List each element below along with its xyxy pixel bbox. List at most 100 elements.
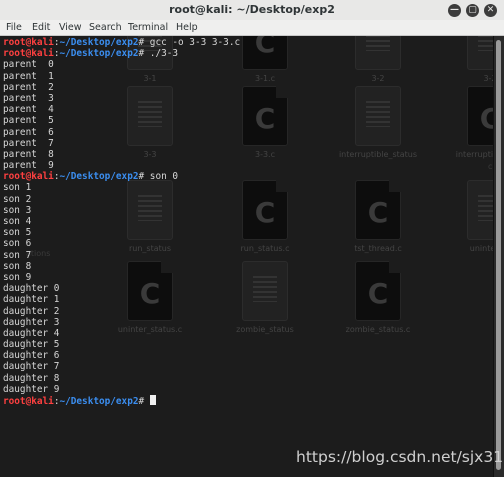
output-text: son 8 [3,260,32,272]
output-text: son 5 [3,227,32,239]
output-line: parent 7 [3,138,240,149]
text-lines-glyph [478,36,494,51]
prompt-line: root@kali:~/Desktop/exp2# [3,395,240,407]
menu-terminal[interactable]: Terminal [128,22,168,33]
terminal-output: root@kali:~/Desktop/exp2# gcc -o 3-3 3-3… [3,37,241,407]
prompt-user: root@kali [3,171,54,183]
output-text: daughter 2 [3,305,60,317]
file-name: zombie_status.c [345,325,411,334]
text-file-icon [467,36,494,70]
text-lines-glyph [366,101,390,127]
c-source-file-icon: C [242,36,288,70]
c-source-file-icon: C [355,261,401,321]
command-text: son 0 [149,171,179,183]
c-letter-glyph: C [254,102,276,135]
menu-view[interactable]: View [59,22,82,33]
maximize-button[interactable]: ▢ [466,4,479,17]
c-letter-glyph: C [367,196,389,229]
prompt-path: ~/Desktop/exp2 [59,48,139,60]
menu-edit[interactable]: Edit [32,22,50,33]
file-item: interruptible_status [328,86,428,159]
output-text: daughter 9 [3,383,60,395]
menu-file[interactable]: File [6,22,22,33]
text-file-icon [467,180,494,240]
output-text: daughter 8 [3,372,60,384]
output-text: daughter 5 [3,339,60,351]
c-letter-glyph: C [254,36,276,59]
output-text: son 3 [3,204,32,216]
output-line: son 4 [3,216,240,227]
menu-bar: File Edit View Search Terminal Help [0,20,504,36]
terminal-scrollbar[interactable] [493,36,504,477]
output-text: son 1 [3,182,32,194]
prompt-line: root@kali:~/Desktop/exp2# son 0 [3,171,179,183]
output-line: daughter 8 [3,373,240,384]
output-text: daughter 1 [3,294,60,306]
output-line: parent 5 [3,115,240,126]
output-line: son 1 [3,182,240,193]
output-line: daughter 4 [3,328,240,339]
file-item: 3-2 [328,36,428,83]
scrollbar-thumb[interactable] [496,40,501,470]
prompt-line: root@kali:~/Desktop/exp2# ./3-3 [3,48,179,60]
c-source-file-icon: C [467,86,494,146]
output-line: son 3 [3,205,240,216]
c-letter-glyph: C [479,102,494,135]
output-line: daughter 9 [3,384,240,395]
output-text: parent 8 [3,148,54,160]
output-text: daughter 4 [3,327,60,339]
output-text: parent 4 [3,104,54,116]
c-source-file-icon: C [242,180,288,240]
output-line: parent 4 [3,104,240,115]
close-button[interactable]: ✕ [484,4,497,17]
output-text: son 4 [3,216,32,227]
prompt-path: ~/Desktop/exp2 [59,396,139,407]
prompt-path: ~/Desktop/exp2 [59,37,139,48]
prompt-user: root@kali [3,48,54,60]
output-text: parent 5 [3,115,54,127]
text-file-icon [355,86,401,146]
text-cursor [149,395,156,405]
window-title: root@kali: ~/Desktop/exp2 [169,3,335,16]
file-item: Cinterruptible_st... [440,86,494,159]
output-line: son 7 [3,250,240,261]
output-line: daughter 0 [3,283,240,294]
c-source-file-icon: C [242,86,288,146]
file-item: Ctst_thread.c [328,180,428,253]
text-file-icon [242,261,288,321]
file-name: interruptible_status [338,150,418,159]
prompt-line: root@kali:~/Desktop/exp2# gcc -o 3-3 3-3… [3,37,241,48]
output-line: son 6 [3,238,240,249]
output-text: parent 9 [3,160,54,172]
file-name: tst_thread.c [354,244,402,253]
output-line: daughter 3 [3,317,240,328]
output-text: parent 3 [3,92,54,104]
menu-search[interactable]: Search [89,22,122,33]
text-lines-glyph [366,36,390,51]
output-text: parent 6 [3,126,54,138]
output-line: parent 2 [3,82,240,93]
output-line: parent 3 [3,93,240,104]
file-item: uninter_... [440,180,494,253]
output-line: daughter 6 [3,350,240,361]
output-text: son 2 [3,193,32,205]
output-line: son 2 [3,194,240,205]
output-line: daughter 7 [3,361,240,372]
prompt-user: root@kali [3,37,54,48]
minimize-button[interactable]: — [448,4,461,17]
output-text: parent 2 [3,81,54,93]
menu-help[interactable]: Help [176,22,198,33]
output-text: daughter 7 [3,361,60,373]
output-line: parent 8 [3,149,240,160]
file-name: 3-2 [483,74,494,83]
file-item: 3-2 [440,36,494,83]
output-text: son 6 [3,238,32,250]
prompt-user: root@kali [3,396,54,407]
window-titlebar[interactable]: root@kali: ~/Desktop/exp2 — ▢ ✕ [0,0,504,21]
output-line: daughter 5 [3,339,240,350]
output-line: son 8 [3,261,240,272]
c-source-file-icon: C [355,180,401,240]
text-file-icon [355,36,401,70]
text-lines-glyph [253,276,277,302]
output-text: son 9 [3,271,32,283]
